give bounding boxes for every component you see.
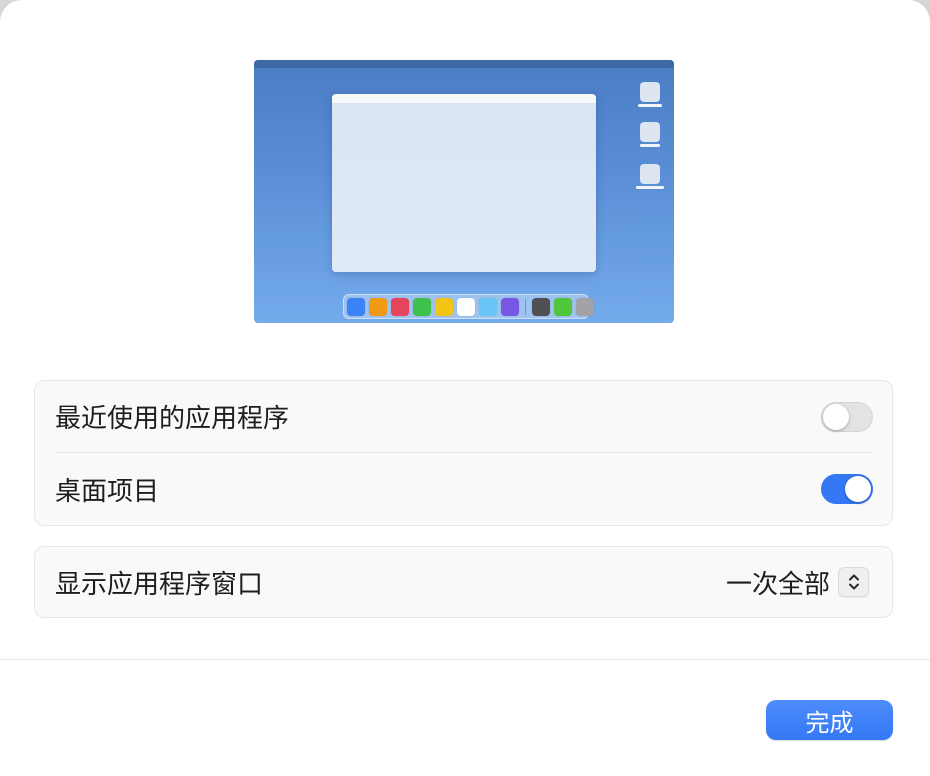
preview-desktop-item-label — [636, 186, 664, 189]
preview-menu-bar — [254, 60, 674, 68]
preview-desktop-item-icon — [640, 122, 660, 142]
recent-apps-label: 最近使用的应用程序 — [55, 403, 290, 433]
up-down-chevron-icon[interactable] — [838, 567, 869, 597]
desktop-items-toggle[interactable] — [821, 474, 873, 504]
dock-recent-icon-2 — [554, 297, 572, 316]
dock-app-icon-1 — [347, 297, 365, 316]
dock-app-icon-4 — [413, 297, 431, 316]
preview-desktop-item-icon — [640, 164, 660, 184]
dock-app-icon-2 — [369, 297, 387, 316]
footer-separator — [0, 659, 930, 660]
dock-app-icon-3 — [391, 297, 409, 316]
preview-desktop-item-label — [640, 144, 660, 147]
dock-separator — [525, 298, 526, 315]
chevron-up-down-icon — [848, 574, 859, 590]
show-app-windows-row: 显示应用程序窗口 一次全部 — [35, 547, 892, 617]
desktop-items-row: 桌面项目 — [35, 453, 892, 525]
dock-recent-icon-3 — [576, 297, 594, 316]
recent-apps-row: 最近使用的应用程序 — [35, 381, 892, 452]
dock-app-icon-7 — [479, 297, 497, 316]
preview-desktop-item-label — [638, 104, 662, 107]
window-options-group: 显示应用程序窗口 一次全部 — [34, 546, 893, 618]
popup-selected-value: 一次全部 — [725, 568, 830, 599]
settings-sheet: 最近使用的应用程序 桌面项目 显示应用程序窗口 一次全部 完成 — [0, 0, 930, 776]
desktop-options-group: 最近使用的应用程序 桌面项目 — [34, 380, 893, 526]
dock-app-icon-6 — [457, 297, 475, 316]
dock-app-icon-8 — [501, 297, 519, 316]
desktop-preview — [254, 60, 674, 323]
toggle-knob — [845, 476, 871, 502]
show-app-windows-label: 显示应用程序窗口 — [55, 568, 264, 599]
preview-window-titlebar — [332, 94, 596, 103]
dock-app-icon-5 — [435, 297, 453, 316]
dock-recent-icon-1 — [532, 297, 550, 316]
show-app-windows-popup[interactable]: 一次全部 — [726, 564, 869, 601]
recent-apps-toggle[interactable] — [821, 401, 873, 432]
toggle-knob — [823, 403, 849, 430]
preview-dock — [343, 294, 594, 319]
preview-desktop-item-icon — [640, 82, 660, 102]
desktop-items-label: 桌面项目 — [55, 475, 160, 506]
done-button[interactable]: 完成 — [766, 700, 893, 740]
preview-app-window — [332, 94, 596, 272]
preview-window-body — [332, 103, 596, 272]
